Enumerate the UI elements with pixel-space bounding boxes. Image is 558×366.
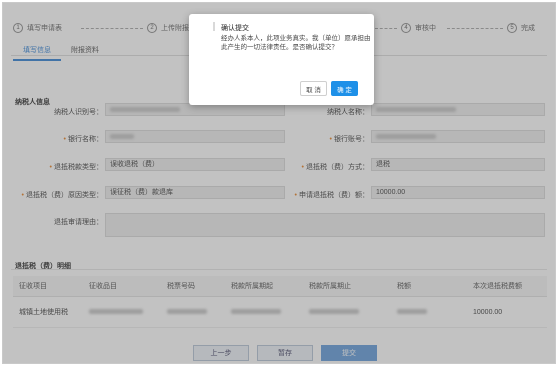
title-accent-bar [213, 22, 215, 31]
confirm-submit-dialog: 确认提交 经办人系本人，此项业务真实。我（单位）愿承担由此产生的一切法律责任。是… [189, 14, 374, 105]
cancel-button[interactable]: 取 消 [300, 81, 327, 96]
page-frame: 1 填写申请表 2 上传附报资料 4 审核中 5 完成 填写信息 附报资料 纳税… [2, 2, 556, 364]
dialog-title: 确认提交 [221, 25, 249, 32]
confirm-button[interactable]: 确 定 [331, 81, 358, 96]
dialog-message: 经办人系本人，此项业务真实。我（单位）愿承担由此产生的一切法律责任。是否确认提交… [221, 35, 371, 51]
